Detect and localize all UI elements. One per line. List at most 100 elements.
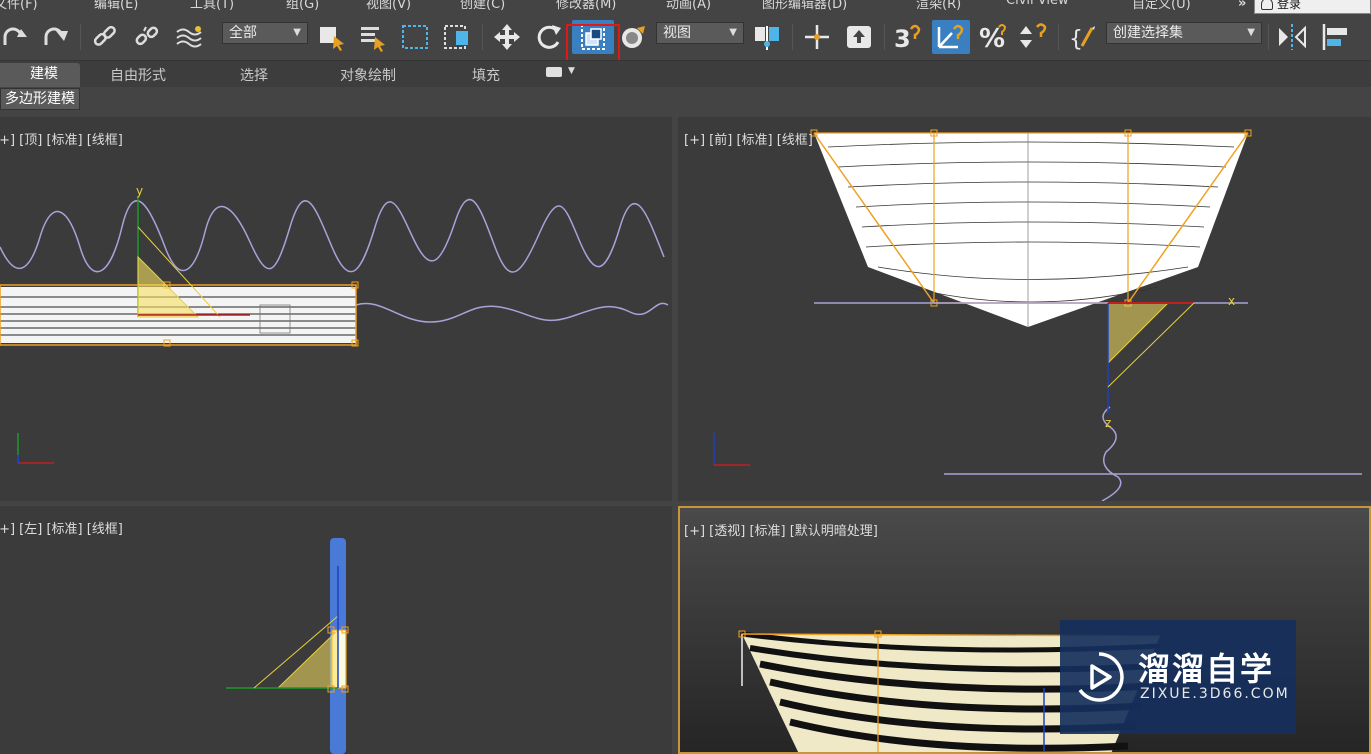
chevron-down-icon: ▼	[729, 27, 737, 38]
unlink-button[interactable]	[130, 20, 164, 54]
rectangular-selection-button[interactable]	[398, 20, 432, 54]
menu-overflow-chevron[interactable]: »	[1238, 0, 1246, 11]
max-application-window: 文件(F) 编辑(E) 工具(T) 组(G) 视图(V) 创建(C) 修改器(M…	[0, 0, 1371, 754]
menu-views[interactable]: 视图(V)	[366, 0, 411, 12]
scale-button[interactable]	[618, 20, 650, 54]
svg-text:{: {	[1069, 27, 1083, 52]
watermark-url: ZIXUE.3D66.COM	[1140, 686, 1290, 702]
angle-snap-toggle-button[interactable]	[932, 20, 970, 54]
svg-text:%: %	[979, 24, 1005, 53]
selection-filter-value: 全部	[229, 25, 257, 41]
named-selection-icon: {	[1069, 26, 1095, 52]
viewport-top-label[interactable]: [+] [顶] [标准] [线框]	[0, 129, 123, 148]
toolbar-separator	[1058, 24, 1059, 50]
menu-customize[interactable]: 自定义(U)	[1132, 0, 1191, 12]
pivot-center-button[interactable]	[750, 20, 786, 54]
redo-button[interactable]	[38, 20, 72, 54]
snap-icon: 3	[894, 24, 921, 53]
link-icon	[93, 25, 116, 46]
viewport-front[interactable]: [+] [前] [标准] [线框] x z	[678, 117, 1371, 501]
toolbar-separator	[80, 24, 81, 50]
select-object-icon	[320, 27, 344, 51]
snaps-toggle-button[interactable]: 3	[890, 20, 926, 54]
menu-animation[interactable]: 动画(A)	[666, 0, 711, 12]
angle-snap-icon	[937, 24, 964, 49]
wave-spline-2[interactable]	[355, 302, 669, 323]
chevron-down-icon: ▼	[1247, 27, 1255, 38]
link-button[interactable]	[88, 20, 122, 54]
play-logo-icon	[1078, 652, 1124, 702]
menu-rendering[interactable]: 渲染(R)	[916, 0, 961, 12]
reference-coord-value: 视图	[663, 25, 691, 41]
viewport-top[interactable]: [+] [顶] [标准] [线框] y	[0, 117, 672, 501]
select-by-name-button[interactable]	[355, 20, 389, 54]
viewport-front-label[interactable]: [+] [前] [标准] [线框]	[684, 129, 813, 148]
space-warp-icon	[176, 26, 202, 48]
toolbar-separator	[482, 24, 483, 50]
spinner-snap-button[interactable]	[1016, 20, 1050, 54]
site-watermark: 溜溜自学 ZIXUE.3D66.COM	[1060, 620, 1296, 734]
menu-modifiers[interactable]: 修改器(M)	[556, 0, 616, 12]
select-and-move-button[interactable]	[490, 20, 524, 54]
menu-civil-view[interactable]: Civil View	[1006, 0, 1069, 8]
viewport-left[interactable]: [+] [左] [标准] [线框]	[0, 506, 672, 754]
bind-space-warp-button[interactable]	[172, 20, 208, 54]
tab-object-paint[interactable]: 对象绘制	[340, 65, 396, 85]
snap-3-glyph: 3	[894, 25, 911, 53]
keyboard-shortcut-override-button[interactable]	[842, 20, 876, 54]
chevron-down-icon: ▼	[293, 27, 301, 38]
wave-spline[interactable]	[0, 198, 665, 273]
axis-x-label: x	[1228, 294, 1235, 308]
reference-coord-dropdown[interactable]: 视图 ▼	[656, 22, 744, 44]
mirror-button[interactable]	[1274, 20, 1310, 54]
selection-filter-dropdown[interactable]: 全部 ▼	[222, 22, 308, 44]
menu-edit[interactable]: 编辑(E)	[94, 0, 138, 12]
toolbar-separator	[1268, 24, 1269, 50]
tab-selection[interactable]: 选择	[240, 65, 268, 85]
pivot-center-icon	[755, 26, 779, 50]
toolbar-separator	[884, 24, 885, 50]
manipulate-button[interactable]	[800, 20, 834, 54]
watermark-brand: 溜溜自学	[1138, 650, 1275, 688]
ribbon-options-icon[interactable]	[546, 67, 562, 77]
bowl-mesh-front[interactable]	[810, 129, 1252, 327]
ribbon-tab-bar: 建模 自由形式 选择 对象绘制 填充 ▼	[0, 60, 1371, 87]
undo-button[interactable]	[0, 20, 30, 54]
polygon-modeling-panel-button[interactable]: 多边形建模	[0, 88, 80, 110]
chevron-down-icon[interactable]: ▼	[568, 66, 575, 76]
keyboard-override-icon	[847, 26, 871, 48]
select-and-rotate-button[interactable]	[532, 20, 566, 54]
axis-tripod-front	[713, 433, 750, 466]
edit-named-selection-button[interactable]: {	[1066, 20, 1102, 54]
transform-gizmo-left[interactable]	[226, 566, 349, 693]
select-object-button[interactable]	[314, 20, 348, 54]
percent-snap-button[interactable]: %	[976, 20, 1010, 54]
login-label: 登录	[1277, 0, 1302, 11]
top-view-scene: y	[0, 184, 669, 464]
menu-file[interactable]: 文件(F)	[0, 0, 38, 12]
undo-icon	[3, 27, 27, 45]
menu-bar: 文件(F) 编辑(E) 工具(T) 组(G) 视图(V) 创建(C) 修改器(M…	[0, 0, 1371, 14]
tab-modeling[interactable]: 建模	[0, 63, 80, 87]
axis-y-label: y	[136, 184, 143, 198]
unlink-icon	[135, 26, 159, 46]
user-icon	[1261, 0, 1273, 10]
menu-tools[interactable]: 工具(T)	[190, 0, 234, 12]
toolbar-separator	[792, 24, 793, 50]
spinner-snap-icon	[1020, 23, 1047, 48]
align-button[interactable]	[1318, 20, 1354, 54]
menu-group[interactable]: 组(G)	[286, 0, 319, 12]
menu-create[interactable]: 创建(C)	[460, 0, 505, 12]
menu-graph-editors[interactable]: 图形编辑器(D)	[762, 0, 847, 12]
viewport-perspective-label[interactable]: [+] [透视] [标准] [默认明暗处理]	[684, 520, 878, 539]
move-icon	[494, 24, 520, 50]
window-crossing-button[interactable]	[440, 20, 474, 54]
named-selection-value: 创建选择集	[1113, 25, 1183, 41]
tab-populate[interactable]: 填充	[472, 65, 500, 85]
login-button[interactable]: 登录	[1254, 0, 1371, 14]
transform-gizmo-front[interactable]: x z	[1105, 294, 1235, 430]
tab-freeform[interactable]: 自由形式	[110, 65, 166, 85]
rect-selection-icon	[402, 25, 428, 49]
named-selection-dropdown[interactable]: 创建选择集 ▼	[1106, 22, 1262, 44]
viewport-left-label[interactable]: [+] [左] [标准] [线框]	[0, 518, 123, 537]
